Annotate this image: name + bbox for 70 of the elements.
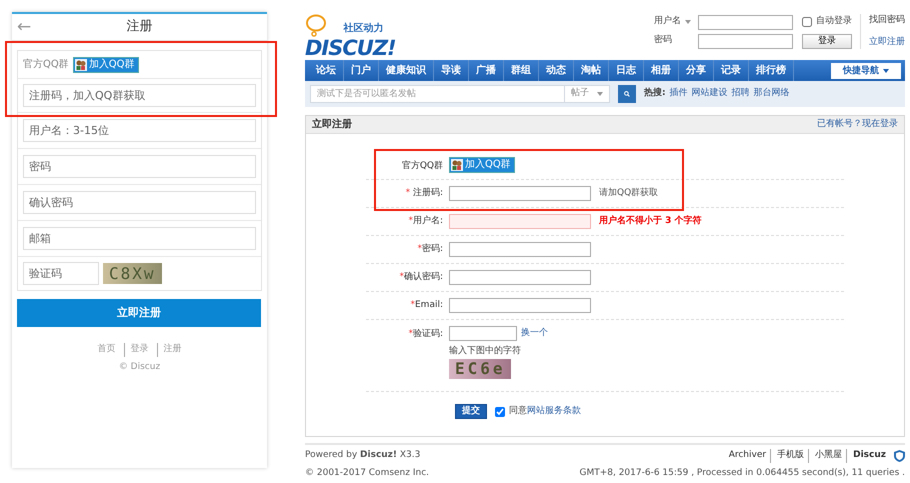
footer-link[interactable]: 注册 (156, 343, 182, 356)
page-title: 注册 (126, 18, 152, 36)
submit-button[interactable]: 提交 (455, 404, 487, 419)
registration-code-field[interactable] (449, 186, 591, 201)
field-label: *确认密码: (398, 270, 444, 284)
input-field[interactable] (449, 298, 591, 313)
username-field[interactable] (698, 14, 793, 30)
people-icon (451, 159, 463, 171)
captcha-hint: 输入下图中的字符 (449, 345, 522, 358)
captcha-image[interactable]: C8Xw (103, 263, 162, 284)
auto-login-label: 自动登录 (816, 15, 852, 28)
logo-wordmark: DISCUZ! (305, 38, 396, 58)
field-label: *Email: (409, 298, 444, 312)
password-field[interactable] (698, 34, 793, 48)
shield-icon (894, 450, 905, 462)
powered-by-text: Powered by Discuz! X3.3 (305, 449, 422, 462)
join-qq-group-button[interactable]: 加入QQ群 (72, 56, 138, 72)
search-icon (624, 89, 630, 99)
server-stats: GMT+8, 2017-6-6 15:59 , Processed in 0.064455 second(s), 11 queries . (579, 466, 905, 480)
footer-link[interactable]: 小黑屋 (808, 449, 842, 462)
login-link[interactable]: 已有帐号？现在登录 (817, 118, 898, 132)
footer-link[interactable]: 首页 (98, 343, 116, 356)
join-qq-group-button[interactable]: 加入QQ群 (449, 157, 515, 173)
caret-icon (883, 68, 889, 72)
field-hint: 请加QQ群获取 (599, 186, 658, 200)
hot-search-link[interactable]: 招聘 (732, 87, 750, 101)
footer-link[interactable]: 手机版 (770, 449, 804, 462)
speech-bubble-icon (305, 14, 327, 38)
caret-icon (597, 92, 603, 96)
back-arrow[interactable]: ← (17, 17, 32, 37)
hot-search-link[interactable]: 网站建设 (692, 87, 728, 101)
header-link[interactable]: 找回密码 (869, 14, 905, 28)
panel-title: 立即注册 (312, 117, 352, 132)
captcha-image: EC6e (449, 358, 511, 378)
hot-search-link[interactable]: 那台网络 (754, 87, 790, 101)
qq-group-label: 官方QQ群 (23, 58, 69, 72)
captcha-field[interactable] (449, 326, 517, 341)
agree-checkbox[interactable] (495, 406, 505, 416)
hot-search-label: 热搜: (644, 87, 666, 100)
copyright: © Discuz (118, 360, 162, 374)
field-label: *验证码: (407, 328, 444, 341)
search-button[interactable] (618, 85, 636, 103)
people-icon (74, 58, 87, 70)
footer-link[interactable]: Archiver (728, 449, 766, 462)
agree-text: 同意网站服务条款 (509, 404, 581, 418)
header-link[interactable]: 立即注册 (869, 36, 905, 49)
field-label: *密码: (416, 242, 444, 256)
qq-group-label: 官方QQ群 (400, 160, 444, 172)
footer-link[interactable]: Discuz (846, 449, 886, 462)
terms-link[interactable]: 网站服务条款 (527, 406, 581, 416)
quick-nav-button[interactable]: 快捷导航 (831, 62, 901, 78)
field-label: *用户名: (407, 214, 444, 228)
auto-login-checkbox[interactable] (802, 17, 812, 27)
register-button[interactable]: 立即注册 (17, 299, 261, 327)
login-button[interactable]: 登录 (802, 34, 852, 48)
logo-tagline: 社区动力 (344, 22, 384, 36)
field-label: * 注册码: (404, 186, 444, 200)
hot-search-link[interactable]: 插件 (670, 87, 688, 101)
caret-icon (685, 20, 691, 24)
input-field[interactable] (449, 214, 591, 229)
search-scope-dropdown[interactable]: 帖子 (564, 85, 610, 103)
copyright: © 2001-2017 Comsenz Inc. (305, 466, 430, 480)
input-field[interactable] (449, 270, 591, 285)
password-label: 密码 (654, 34, 673, 48)
footer-link[interactable]: 登录 (124, 343, 148, 356)
input-field[interactable] (449, 242, 591, 257)
search-field[interactable]: 测试下是否可以匿名发帖 (310, 85, 565, 103)
refresh-captcha-link[interactable]: 换一个 (521, 326, 548, 340)
username-label: 用户名 (654, 15, 681, 28)
error-message: 用户名不得小于 3 个字符 (599, 214, 702, 228)
